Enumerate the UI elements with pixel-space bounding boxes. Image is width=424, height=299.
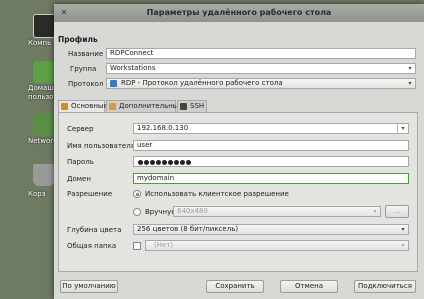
chevron-down-icon[interactable]: ▾ <box>405 64 415 73</box>
password-dot <box>180 160 185 165</box>
tab-basic-label: Основные <box>71 102 108 110</box>
protocol-combo[interactable]: RDP - Протокол удалённого рабочего стола… <box>106 78 416 89</box>
chevron-down-icon[interactable]: ▾ <box>398 241 408 250</box>
settings-tab-icon <box>61 103 68 110</box>
group-value: Workstations <box>110 64 156 72</box>
domain-field[interactable]: mydomain <box>133 173 409 184</box>
password-label: Пароль <box>67 158 94 166</box>
password-dot <box>186 160 191 165</box>
group-label: Группа <box>70 65 97 73</box>
chevron-down-icon[interactable]: ▾ <box>370 207 380 216</box>
name-label: Название <box>68 50 104 58</box>
save-button[interactable]: Сохранить <box>206 280 264 293</box>
name-field[interactable]: RDPConnect <box>106 48 416 59</box>
color-depth-label: Глубина цвета <box>67 226 122 234</box>
protocol-label: Протокол <box>68 80 104 88</box>
profile-section-title: Профиль <box>58 35 98 44</box>
basic-settings-panel: Сервер 192.168.0.130 ▾ Имя пользователя … <box>58 112 418 272</box>
password-field[interactable] <box>133 156 409 167</box>
shared-folder-combo[interactable]: (Нет) ▾ <box>145 240 409 251</box>
remote-desktop-preferences-dialog: ✕ Параметры удалённого рабочего стола Пр… <box>54 4 424 299</box>
color-depth-value: 256 цветов (8 бит/пиксель) <box>137 225 239 233</box>
trash-icon[interactable] <box>33 164 55 186</box>
password-dot <box>150 160 155 165</box>
window-title: Параметры удалённого рабочего стола <box>146 8 332 17</box>
desktop-label-trash[interactable]: Корз <box>28 190 45 198</box>
password-dot <box>156 160 161 165</box>
server-value: 192.168.0.130 <box>137 124 189 132</box>
rdp-icon <box>110 80 117 87</box>
group-combo[interactable]: Workstations ▾ <box>106 63 416 74</box>
tab-advanced-label: Дополнительные <box>119 102 183 110</box>
ssh-tab-icon <box>180 103 187 110</box>
resolution-more-button[interactable]: ... <box>385 205 409 218</box>
resolution-client-radio[interactable] <box>133 190 141 198</box>
server-label: Сервер <box>67 125 94 133</box>
color-depth-combo[interactable]: 256 цветов (8 бит/пиксель) ▾ <box>133 224 409 235</box>
chevron-down-icon[interactable]: ▾ <box>405 79 415 88</box>
resolution-manual-radio[interactable] <box>133 208 141 216</box>
server-combo[interactable]: 192.168.0.130 ▾ <box>133 123 409 134</box>
password-dot <box>138 160 143 165</box>
protocol-value: RDP - Протокол удалённого рабочего стола <box>121 79 283 87</box>
tab-ssh-label: SSH <box>190 102 205 110</box>
chevron-down-icon[interactable]: ▾ <box>397 124 408 133</box>
cancel-button[interactable]: Отмена <box>280 280 338 293</box>
password-dot <box>174 160 179 165</box>
username-label: Имя пользователя <box>67 142 135 150</box>
domain-label: Домен <box>67 175 91 183</box>
tab-advanced[interactable]: Дополнительные <box>106 100 183 112</box>
shared-folder-label: Общая папка <box>67 242 117 250</box>
username-field[interactable]: user <box>133 140 409 151</box>
resolution-label: Разрешение <box>67 190 113 198</box>
network-icon[interactable] <box>33 114 55 136</box>
chevron-down-icon[interactable]: ▾ <box>398 225 408 234</box>
shared-folder-checkbox[interactable] <box>133 242 141 250</box>
title-bar[interactable]: ✕ Параметры удалённого рабочего стола <box>54 4 424 22</box>
advanced-tab-icon <box>109 103 116 110</box>
password-dot <box>162 160 167 165</box>
shared-folder-value: (Нет) <box>154 241 174 249</box>
resolution-manual-combo[interactable]: 640x480 ▾ <box>173 206 381 217</box>
default-button[interactable]: По умолчанию <box>60 280 118 293</box>
desktop-label-computer[interactable]: Компь <box>28 39 51 47</box>
password-dot <box>144 160 149 165</box>
connect-button[interactable]: Подключиться <box>354 280 416 293</box>
resolution-manual-value: 640x480 <box>177 207 208 215</box>
tab-ssh[interactable]: SSH <box>177 100 207 112</box>
home-folder-icon[interactable] <box>33 61 55 83</box>
password-dot <box>168 160 173 165</box>
resolution-client-label[interactable]: Использовать клиентское разрешение <box>145 190 289 198</box>
